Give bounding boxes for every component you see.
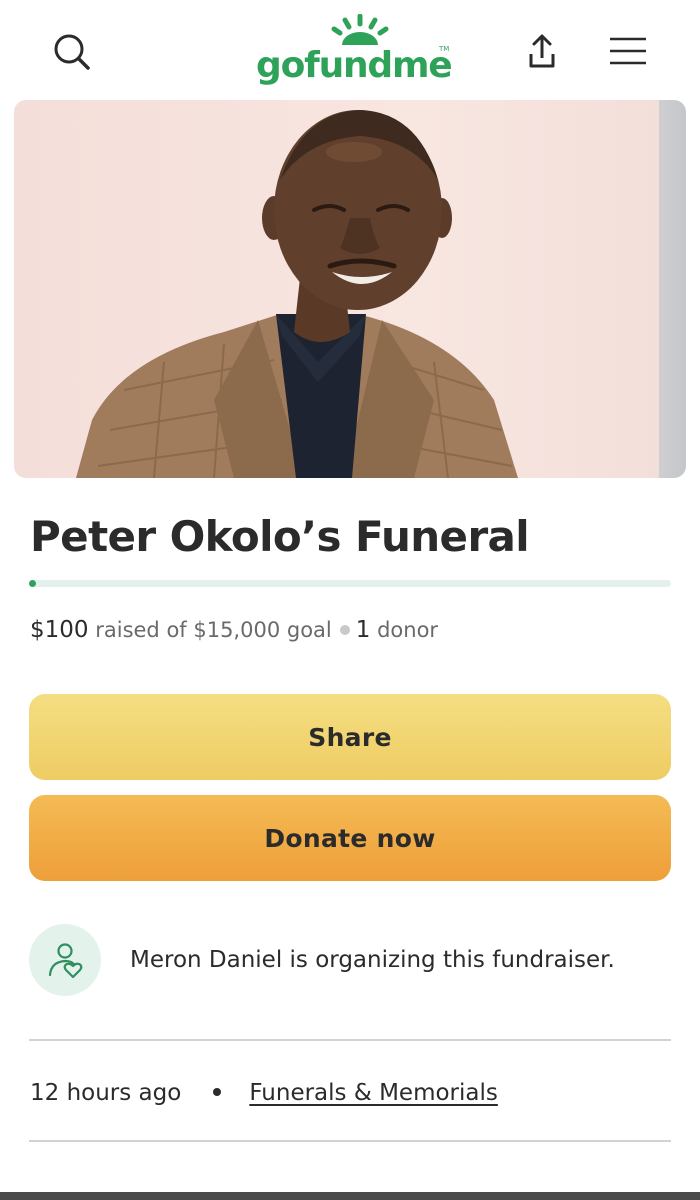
donor-count: 1 bbox=[355, 617, 371, 643]
campaign-meta: 12 hours ago Funerals & Memorials bbox=[30, 1076, 498, 1110]
divider bbox=[29, 1039, 671, 1041]
separator-bullet bbox=[213, 1088, 222, 1096]
top-nav-bar: gofundme TM bbox=[0, 0, 700, 100]
progress-bar bbox=[29, 580, 671, 587]
raised-amount: $100 bbox=[30, 617, 89, 643]
category-link[interactable]: Funerals & Memorials bbox=[249, 1080, 498, 1106]
campaign-title: Peter Okolo’s Funeral bbox=[30, 512, 530, 561]
donor-label: donor bbox=[377, 618, 439, 642]
organizer-heart-person-icon bbox=[29, 924, 101, 996]
hamburger-menu-icon[interactable] bbox=[606, 30, 650, 74]
created-time: 12 hours ago bbox=[30, 1080, 182, 1106]
upload-share-icon[interactable] bbox=[518, 28, 566, 76]
organizer-text: Meron Daniel is organizing this fundrais… bbox=[130, 947, 615, 973]
fundraising-stats: $100 raised of $15,000 goal 1 donor bbox=[30, 614, 438, 646]
donate-now-button[interactable]: Donate now bbox=[29, 795, 671, 881]
search-icon[interactable] bbox=[50, 30, 94, 74]
gofundme-logo[interactable]: gofundme TM bbox=[256, 14, 453, 88]
organizer-row: Meron Daniel is organizing this fundrais… bbox=[29, 924, 671, 996]
bottom-edge-bar bbox=[0, 1192, 700, 1200]
logo-trademark: TM bbox=[439, 45, 450, 53]
divider bbox=[29, 1140, 671, 1142]
campaign-photo bbox=[14, 100, 686, 478]
logo-wordmark: gofundme bbox=[256, 45, 453, 86]
raised-of-goal-text: raised of $15,000 goal bbox=[95, 618, 332, 642]
share-button[interactable]: Share bbox=[29, 694, 671, 780]
separator-dot bbox=[339, 625, 350, 635]
progress-bar-fill bbox=[29, 580, 36, 587]
portrait-illustration bbox=[76, 110, 518, 478]
